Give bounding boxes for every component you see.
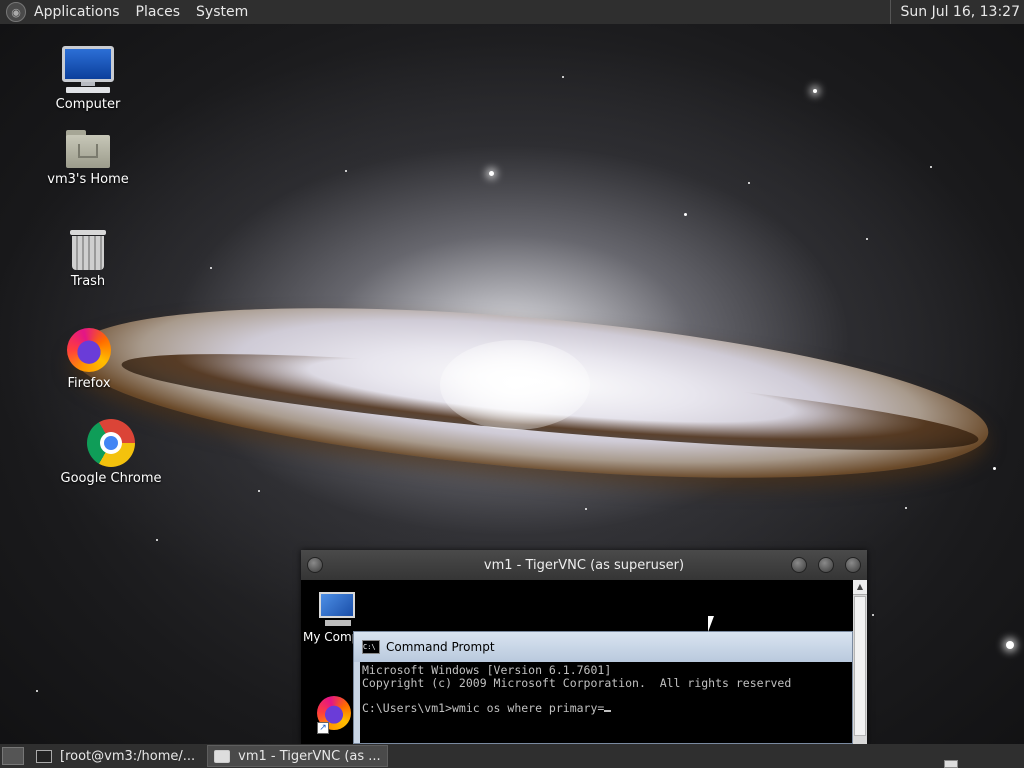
desktop-icon-label: Firefox	[67, 376, 111, 391]
star	[562, 76, 564, 78]
chrome-icon	[87, 419, 135, 467]
console-input-line[interactable]: C:\Users\vm1>wmic os where primary=	[362, 700, 852, 715]
galaxy-core	[440, 340, 590, 430]
vnc-titlebar[interactable]: vm1 - TigerVNC (as superuser)	[301, 550, 867, 580]
console-line: Microsoft Windows [Version 6.1.7601]	[362, 663, 612, 677]
desktop-icon-label: Google Chrome	[60, 471, 162, 486]
star	[905, 507, 907, 509]
scrollbar-thumb[interactable]	[854, 596, 866, 736]
star	[585, 508, 587, 510]
taskbar-item-vnc[interactable]: vm1 - TigerVNC (as ...	[207, 745, 388, 767]
text-cursor	[604, 710, 612, 712]
main-menu-logo-icon[interactable]: ◉	[6, 2, 26, 22]
menu-system[interactable]: System	[188, 4, 256, 20]
taskbar-item-terminal[interactable]: [root@vm3:/home/...	[30, 745, 201, 767]
menu-places[interactable]: Places	[128, 4, 189, 20]
panel-clock[interactable]: Sun Jul 16, 13:27	[889, 0, 1024, 24]
remote-icon-my-computer[interactable]: My Comp	[303, 590, 359, 644]
desktop-icon-label: Trash	[70, 274, 106, 289]
star	[866, 238, 868, 240]
star	[345, 170, 347, 172]
desktop-icon-home[interactable]: vm3's Home	[33, 130, 143, 187]
star	[930, 166, 932, 168]
star	[684, 213, 687, 216]
star	[489, 171, 494, 176]
command-prompt-title: Command Prompt	[386, 640, 495, 654]
terminal-icon	[36, 749, 52, 763]
command-prompt-console[interactable]: Microsoft Windows [Version 6.1.7601] Copy…	[360, 662, 852, 743]
shortcut-arrow-icon: ↗	[317, 722, 329, 734]
star	[258, 490, 260, 492]
taskbar-item-label: vm1 - TigerVNC (as ...	[238, 748, 381, 764]
star	[872, 614, 874, 616]
vnc-icon	[214, 749, 231, 763]
console-line: Copyright (c) 2009 Microsoft Corporation…	[362, 675, 792, 690]
star	[1006, 641, 1014, 649]
star	[748, 182, 750, 184]
maximize-button[interactable]	[818, 557, 834, 573]
vnc-window-title: vm1 - TigerVNC (as superuser)	[483, 557, 685, 573]
show-desktop-button[interactable]	[2, 747, 24, 765]
trash-icon	[70, 230, 106, 270]
desktop-icon-computer[interactable]: Computer	[33, 46, 143, 112]
menu-applications[interactable]: Applications	[26, 4, 128, 20]
top-panel: ◉ Applications Places System Sun Jul 16,…	[0, 0, 1024, 24]
console-prompt-text: C:\Users\vm1>wmic os where primary=	[362, 700, 605, 715]
scroll-up-arrow-icon[interactable]: ▲	[853, 580, 867, 595]
star	[993, 467, 996, 470]
computer-icon	[33, 46, 143, 93]
window-menu-button[interactable]	[307, 557, 323, 573]
desktop-icon-label: Computer	[55, 97, 121, 112]
star	[36, 690, 38, 692]
remote-desktop-view[interactable]: My Comp ↗ C:\ Command Prompt Microsoft W…	[301, 580, 853, 744]
bottom-panel: [root@vm3:/home/... vm1 - TigerVNC (as .…	[0, 744, 1024, 768]
mouse-pointer-icon	[708, 616, 714, 632]
cmd-icon: C:\	[362, 640, 380, 654]
remote-icon-label: My Comp	[303, 630, 360, 644]
desktop-icon-label: vm3's Home	[47, 172, 129, 187]
taskbar-item-label: [root@vm3:/home/...	[60, 748, 196, 764]
close-button[interactable]	[845, 557, 861, 573]
desktop-icon-trash[interactable]: Trash	[33, 230, 143, 289]
command-prompt-window[interactable]: C:\ Command Prompt Microsoft Windows [Ve…	[353, 631, 853, 744]
desktop-icon-chrome[interactable]: Google Chrome	[56, 419, 166, 486]
my-computer-icon	[315, 590, 359, 630]
vnc-vertical-scrollbar[interactable]: ▲	[853, 580, 867, 744]
workspace-switcher[interactable]	[944, 760, 958, 768]
command-prompt-titlebar[interactable]: C:\ Command Prompt	[354, 632, 852, 662]
home-folder-icon	[66, 130, 110, 168]
desktop-icon-firefox[interactable]: Firefox	[34, 328, 144, 391]
minimize-button[interactable]	[791, 557, 807, 573]
star	[156, 539, 158, 541]
star	[813, 89, 817, 93]
firefox-icon	[67, 328, 111, 372]
vnc-window[interactable]: vm1 - TigerVNC (as superuser) My Comp ↗ …	[301, 550, 867, 744]
star	[210, 267, 212, 269]
